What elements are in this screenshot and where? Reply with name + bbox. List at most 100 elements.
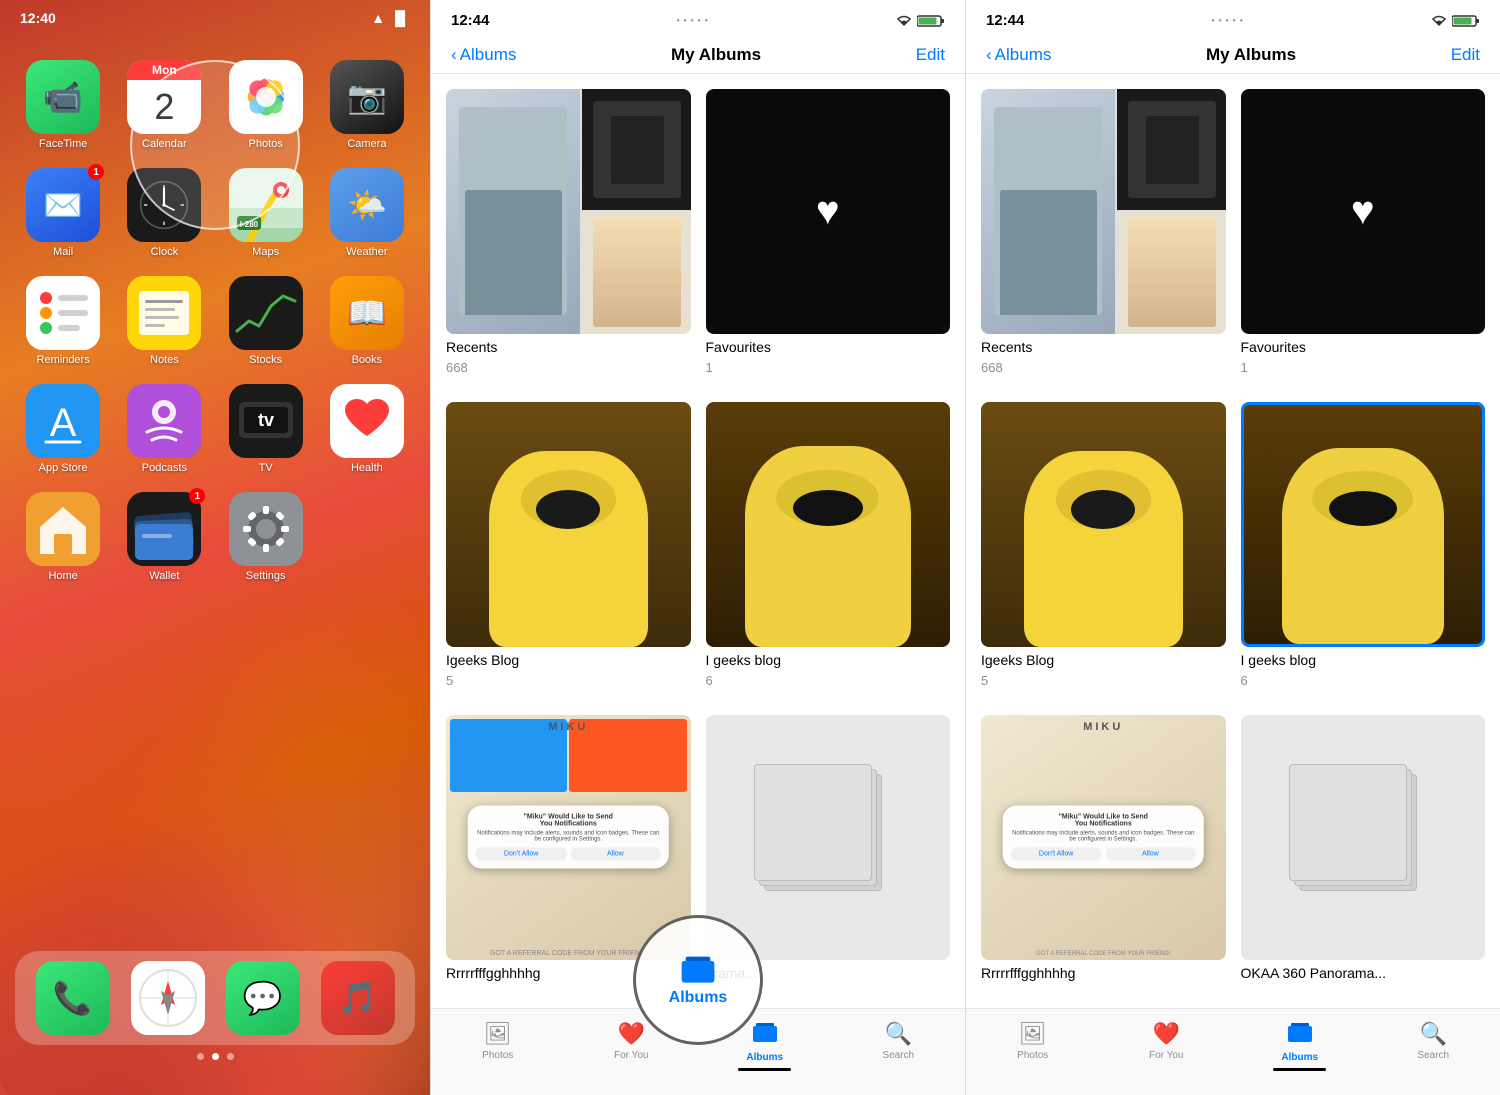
- tab-albums-3[interactable]: Albums: [1233, 1017, 1367, 1075]
- app-facetime[interactable]: 📹 FaceTime: [15, 60, 111, 150]
- music-icon[interactable]: 🎵: [321, 961, 395, 1035]
- notes-label: Notes: [150, 354, 179, 366]
- igeeks2-thumb-3[interactable]: [1241, 402, 1486, 647]
- miku-thumb-3[interactable]: MIKU "Miku" Would Like to SendYou Notifi…: [981, 715, 1226, 960]
- wifi-icon: ▲: [371, 10, 385, 26]
- home-icon[interactable]: [26, 492, 100, 566]
- album-igeeks-3[interactable]: Igeeks Blog 5: [981, 402, 1226, 695]
- album-recents-2[interactable]: Recents 668: [446, 89, 691, 382]
- album-miku-3[interactable]: MIKU "Miku" Would Like to SendYou Notifi…: [981, 715, 1226, 993]
- app-notes[interactable]: Notes: [116, 276, 212, 366]
- favourites-thumb-2[interactable]: ♥: [706, 89, 951, 334]
- tab-photos-2[interactable]: 🖼 Photos: [431, 1017, 565, 1075]
- albums-grid-3: Recents 668 ♥ Favourites 1: [966, 74, 1500, 1008]
- battery-icon-2: [917, 14, 945, 28]
- appstore-icon[interactable]: A: [26, 384, 100, 458]
- igeeks-thumb-3[interactable]: [981, 402, 1226, 647]
- dot-2: [212, 1053, 219, 1060]
- safari-icon[interactable]: [131, 961, 205, 1035]
- signal-dots-3: • • • • •: [1212, 16, 1244, 25]
- settings-icon[interactable]: [229, 492, 303, 566]
- dock-messages[interactable]: 💬: [226, 961, 300, 1035]
- tab-search-2[interactable]: 🔍 Search: [832, 1017, 966, 1075]
- album-igeeks-2[interactable]: Igeeks Blog 5: [446, 402, 691, 695]
- okaa-thumb-3[interactable]: [1241, 715, 1486, 960]
- search-tab-icon-2[interactable]: 🔍: [885, 1021, 912, 1047]
- stocks-icon[interactable]: [229, 276, 303, 350]
- health-icon[interactable]: [330, 384, 404, 458]
- app-home[interactable]: Home: [15, 492, 111, 582]
- photos-tab-icon-3[interactable]: 🖼: [1019, 1021, 1047, 1047]
- album-okaa-2[interactable]: orama...: [706, 715, 951, 993]
- albums-tab-icon-3[interactable]: [1287, 1021, 1313, 1049]
- photos-tab-icon-2[interactable]: 🖼: [484, 1021, 512, 1047]
- phone-icon[interactable]: 📞: [36, 961, 110, 1035]
- dot-3: [227, 1053, 234, 1060]
- reminders-icon[interactable]: [26, 276, 100, 350]
- album-okaa-3[interactable]: OKAA 360 Panorama...: [1241, 715, 1486, 993]
- tv-icon[interactable]: tv: [229, 384, 303, 458]
- app-tv[interactable]: tv TV: [218, 384, 314, 474]
- recents-thumb-2[interactable]: [446, 89, 691, 334]
- nav-bar-3: ‹ Albums My Albums Edit: [966, 37, 1500, 74]
- okaa-thumb-2[interactable]: [706, 715, 951, 960]
- recents-count-2: 668: [446, 360, 691, 375]
- facetime-icon[interactable]: 📹: [26, 60, 100, 134]
- back-button-2[interactable]: ‹ Albums: [451, 45, 516, 65]
- messages-icon[interactable]: 💬: [226, 961, 300, 1035]
- album-miku-2[interactable]: "Miku" Would Like to SendYou Notificatio…: [446, 715, 691, 993]
- edit-button-3[interactable]: Edit: [1451, 45, 1480, 65]
- mail-icon[interactable]: ✉️: [26, 168, 100, 242]
- app-camera[interactable]: 📷 Camera: [319, 60, 415, 150]
- time-2: 12:44: [451, 12, 489, 29]
- weather-icon[interactable]: 🌤️: [330, 168, 404, 242]
- app-reminders[interactable]: Reminders: [15, 276, 111, 366]
- app-weather[interactable]: 🌤️ Weather: [319, 168, 415, 258]
- album-igeeks2-3-selected[interactable]: I geeks blog 6: [1241, 402, 1486, 695]
- books-icon[interactable]: 📖: [330, 276, 404, 350]
- app-stocks[interactable]: Stocks: [218, 276, 314, 366]
- podcasts-icon[interactable]: [127, 384, 201, 458]
- igeeks-thumb-2[interactable]: [446, 402, 691, 647]
- albums-tab-icon-2[interactable]: [752, 1021, 778, 1049]
- tab-foryou-3[interactable]: ❤️ For You: [1100, 1017, 1234, 1075]
- app-wallet[interactable]: 1 Wallet: [116, 492, 212, 582]
- dock-music[interactable]: 🎵: [321, 961, 395, 1035]
- search-tab-label-2: Search: [882, 1050, 914, 1061]
- dock-phone[interactable]: 📞: [36, 961, 110, 1035]
- app-settings[interactable]: Settings: [218, 492, 314, 582]
- recents-thumb-3[interactable]: [981, 89, 1226, 334]
- app-appstore[interactable]: A App Store: [15, 384, 111, 474]
- album-recents-3[interactable]: Recents 668: [981, 89, 1226, 382]
- app-health[interactable]: Health: [319, 384, 415, 474]
- search-tab-icon-3[interactable]: 🔍: [1420, 1021, 1447, 1047]
- wallet-icon[interactable]: [127, 492, 201, 566]
- back-button-3[interactable]: ‹ Albums: [986, 45, 1051, 65]
- miku-thumb-2[interactable]: "Miku" Would Like to SendYou Notificatio…: [446, 715, 691, 960]
- health-label: Health: [351, 462, 383, 474]
- app-podcasts[interactable]: Podcasts: [116, 384, 212, 474]
- wifi-icon-2: [896, 15, 912, 27]
- igeeks2-thumb-2[interactable]: [706, 402, 951, 647]
- wallet-label: Wallet: [149, 570, 179, 582]
- dock-safari[interactable]: [131, 961, 205, 1035]
- album-favourites-2[interactable]: ♥ Favourites 1: [706, 89, 951, 382]
- podcasts-label: Podcasts: [142, 462, 187, 474]
- edit-button-2[interactable]: Edit: [916, 45, 945, 65]
- home-label: Home: [48, 570, 77, 582]
- back-label-3: Albums: [995, 45, 1052, 65]
- tab-albums-2[interactable]: Albums: [698, 1017, 832, 1075]
- album-favourites-3[interactable]: ♥ Favourites 1: [1241, 89, 1486, 382]
- app-books[interactable]: 📖 Books: [319, 276, 415, 366]
- favourites-thumb-3[interactable]: ♥: [1241, 89, 1486, 334]
- camera-icon[interactable]: 📷: [330, 60, 404, 134]
- notes-icon[interactable]: [127, 276, 201, 350]
- foryou-tab-icon-3[interactable]: ❤️: [1153, 1021, 1180, 1047]
- tab-photos-3[interactable]: 🖼 Photos: [966, 1017, 1100, 1075]
- tab-search-3[interactable]: 🔍 Search: [1367, 1017, 1500, 1075]
- app-mail[interactable]: ✉️ 1 Mail: [15, 168, 111, 258]
- foryou-tab-icon-2[interactable]: ❤️: [618, 1021, 645, 1047]
- album-igeeks2-2[interactable]: I geeks blog 6: [706, 402, 951, 695]
- maps-label: Maps: [252, 246, 279, 258]
- tab-foryou-2[interactable]: ❤️ For You: [565, 1017, 699, 1075]
